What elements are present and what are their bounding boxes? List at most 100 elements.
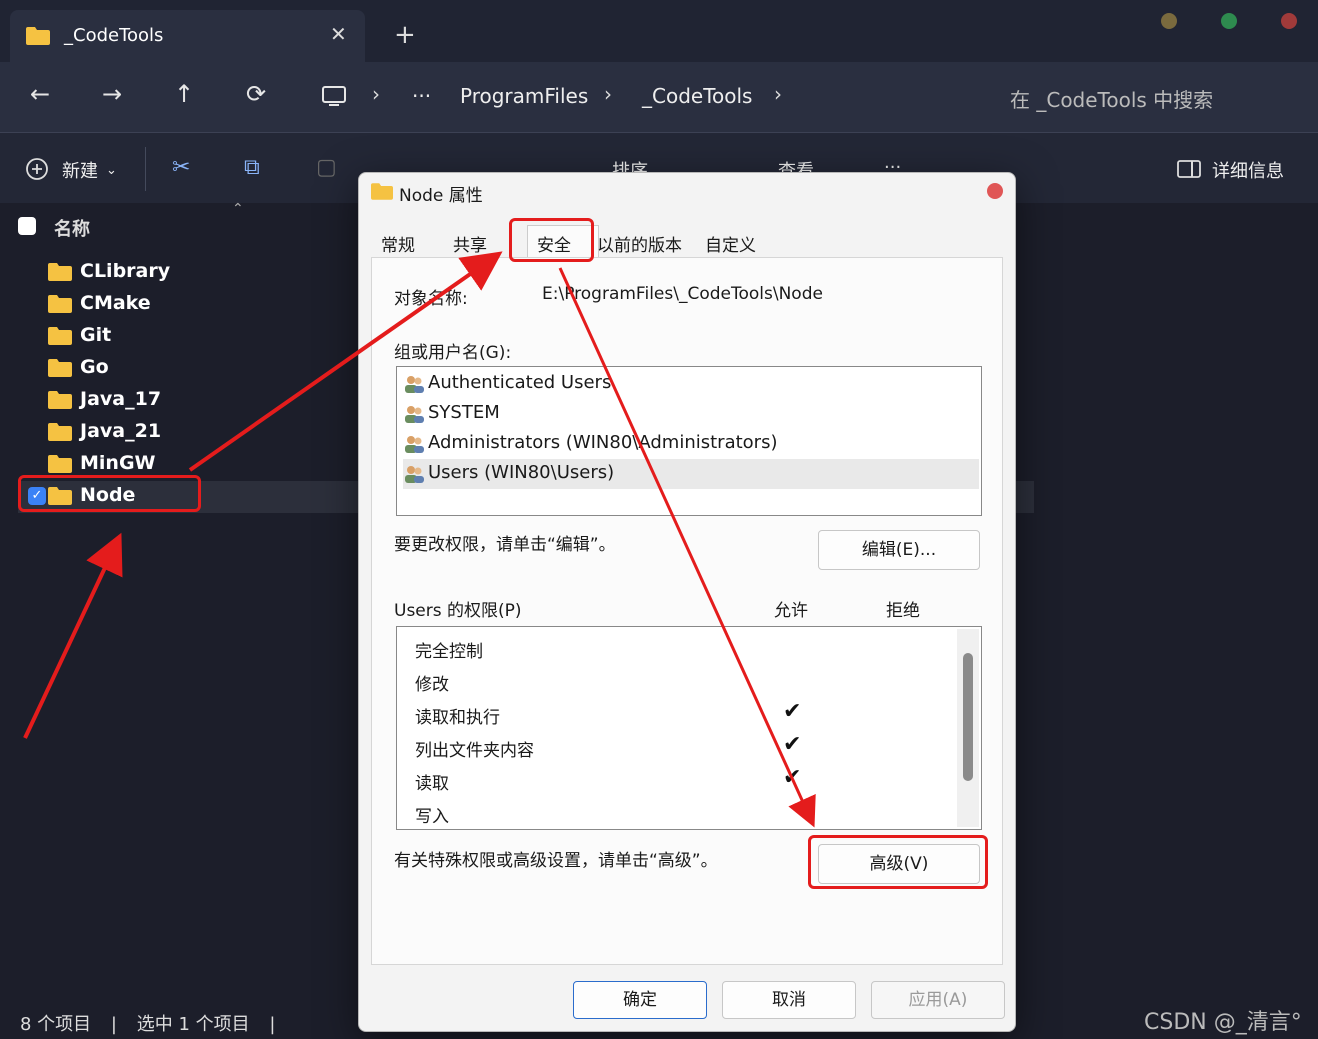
group-name: SYSTEM	[428, 402, 500, 423]
status-item-count: 8 个项目	[20, 1014, 92, 1035]
permission-name: 读取	[415, 774, 449, 794]
user-group-icon	[405, 376, 424, 393]
column-header-name[interactable]: 名称	[54, 215, 90, 241]
object-name-label: 对象名称:	[394, 289, 468, 309]
permission-name: 读取和执行	[415, 708, 500, 728]
tab-codetools[interactable]: _CodeTools ✕	[10, 10, 365, 62]
up-icon[interactable]: ↑	[174, 80, 194, 108]
annotation-highlight-advanced-button	[808, 835, 988, 889]
breadcrumb-separator: ›	[774, 82, 782, 106]
forward-icon[interactable]: →	[102, 80, 122, 108]
navigation-bar: ← → ↑ ⟳ › ··· ProgramFiles › _CodeTools …	[0, 62, 1318, 132]
list-item-label: CMake	[80, 292, 151, 314]
list-item-label: MinGW	[80, 452, 156, 474]
annotation-highlight-security-tab	[509, 218, 594, 262]
edit-button[interactable]: 编辑(E)...	[818, 530, 980, 570]
sort-caret-icon: ⌃	[232, 201, 244, 217]
group-name: Administrators (WIN80\Administrators)	[428, 432, 778, 453]
folder-icon	[48, 455, 72, 473]
user-group-icon	[405, 466, 424, 483]
ok-button[interactable]: 确定	[573, 981, 707, 1019]
tab-customize[interactable]: 自定义	[705, 231, 756, 256]
computer-icon[interactable]	[322, 86, 346, 108]
refresh-icon[interactable]: ⟳	[246, 80, 266, 108]
tab-title: _CodeTools	[64, 25, 164, 46]
close-tab-icon[interactable]: ✕	[330, 22, 347, 46]
new-plus-icon[interactable]	[26, 158, 48, 180]
folder-icon	[48, 295, 72, 313]
folder-icon	[48, 359, 72, 377]
permissions-scrollbar[interactable]	[957, 629, 979, 827]
user-group-icon	[405, 436, 424, 453]
status-divider: |	[269, 1014, 276, 1035]
close-window-dot[interactable]	[1281, 13, 1297, 29]
new-button[interactable]: 新建	[62, 157, 98, 183]
groups-listbox[interactable]: Authenticated Users SYSTEM Administrator…	[396, 366, 982, 516]
apply-button[interactable]: 应用(A)	[871, 981, 1005, 1019]
dialog-title: Node 属性	[399, 186, 483, 206]
chevron-down-icon: ⌄	[106, 163, 117, 178]
divider	[145, 147, 146, 191]
cancel-button[interactable]: 取消	[722, 981, 856, 1019]
add-tab-icon[interactable]: +	[394, 20, 416, 50]
details-pane-icon[interactable]	[1177, 160, 1201, 178]
list-item-label: Git	[80, 324, 112, 346]
allow-column-header: 允许	[774, 601, 808, 621]
breadcrumb-separator: ›	[372, 82, 380, 106]
tab-general[interactable]: 常规	[381, 231, 415, 256]
cut-icon[interactable]: ✂	[172, 155, 190, 180]
group-name: Authenticated Users	[428, 372, 612, 393]
minimize-dot[interactable]	[1161, 13, 1177, 29]
tab-sharing[interactable]: 共享	[453, 231, 487, 256]
paste-icon[interactable]: ▢	[316, 155, 337, 180]
group-name: Users (WIN80\Users)	[428, 462, 615, 483]
status-divider: |	[110, 1014, 117, 1035]
edit-hint: 要更改权限，请单击“编辑”。	[394, 535, 616, 555]
select-all-checkbox[interactable]	[18, 217, 36, 235]
permission-name: 修改	[415, 675, 449, 695]
allow-check-icon: ✔	[783, 699, 802, 724]
list-item-label: Go	[80, 356, 109, 378]
allow-check-icon: ✔	[783, 732, 802, 757]
list-item[interactable]: Authenticated Users	[403, 369, 979, 399]
copy-icon[interactable]: ⧉	[244, 155, 260, 180]
list-item-selected[interactable]: Users (WIN80\Users)	[403, 459, 979, 489]
watermark: CSDN @_清言°	[1144, 1010, 1302, 1035]
folder-icon	[48, 423, 72, 441]
search-input[interactable]: 在 _CodeTools 中搜索	[1010, 84, 1300, 113]
permission-name: 写入	[415, 807, 449, 827]
breadcrumb-codetools[interactable]: _CodeTools	[642, 84, 752, 108]
properties-dialog: Node 属性 常规 共享 安全 以前的版本 自定义 对象名称: E:\Prog…	[358, 172, 1016, 1032]
maximize-dot[interactable]	[1221, 13, 1237, 29]
folder-icon	[48, 263, 72, 281]
list-item[interactable]: SYSTEM	[403, 399, 979, 429]
groups-label: 组或用户名(G):	[394, 343, 512, 363]
breadcrumb-programfiles[interactable]: ProgramFiles	[460, 84, 588, 108]
list-item[interactable]: Administrators (WIN80\Administrators)	[403, 429, 979, 459]
permissions-label: Users 的权限(P)	[394, 601, 522, 621]
folder-icon	[48, 327, 72, 345]
scrollbar-thumb[interactable]	[963, 653, 973, 781]
annotation-highlight-node	[18, 475, 201, 512]
permission-name: 列出文件夹内容	[415, 741, 534, 761]
status-selected-count: 选中 1 个项目	[136, 1014, 250, 1035]
breadcrumb-overflow[interactable]: ···	[412, 84, 431, 108]
permission-name: 完全控制	[415, 642, 483, 662]
folder-icon	[48, 391, 72, 409]
list-item-label: Java_21	[80, 420, 162, 442]
permissions-listbox[interactable]: 完全控制 修改 读取和执行 ✔ 列出文件夹内容 ✔ 读取 ✔ 写入	[396, 626, 982, 830]
deny-column-header: 拒绝	[886, 601, 920, 621]
list-item-label: Java_17	[80, 388, 162, 410]
tab-previous-versions[interactable]: 以前的版本	[597, 231, 682, 256]
user-group-icon	[405, 406, 424, 423]
back-icon[interactable]: ←	[30, 80, 50, 108]
advanced-hint: 有关特殊权限或高级设置，请单击“高级”。	[394, 851, 718, 871]
status-bar: 8 个项目 | 选中 1 个项目 |	[20, 1010, 275, 1036]
tab-bar: _CodeTools ✕ +	[0, 0, 1318, 62]
folder-icon	[26, 27, 50, 45]
dialog-tabs: 常规 共享 安全 以前的版本 自定义	[371, 225, 1003, 259]
details-button[interactable]: 详细信息	[1212, 157, 1284, 183]
allow-check-icon: ✔	[783, 765, 802, 790]
object-name-value: E:\ProgramFiles\_CodeTools\Node	[542, 284, 823, 304]
dialog-close-button[interactable]	[987, 183, 1003, 199]
